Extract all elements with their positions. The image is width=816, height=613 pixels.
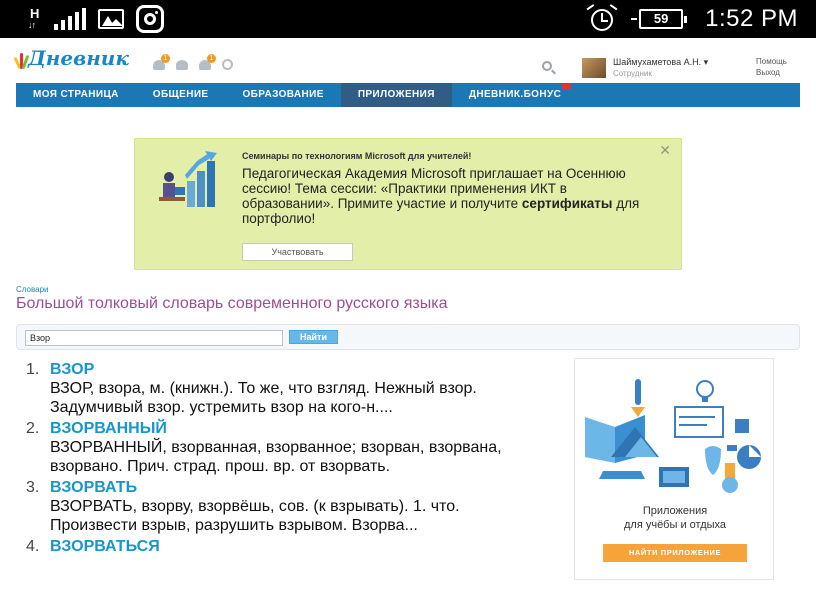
result-headword-link[interactable]: ВЗОРВАТЬ (50, 478, 546, 497)
nav-item-bonus-label: ДНЕВНИК.БОНУС (468, 89, 562, 100)
clock: 1:52 PM (705, 5, 798, 32)
banner-text: Педагогическая Академия Microsoft пригла… (242, 166, 662, 226)
user-name[interactable]: Шаймухаметова А.Н. ▾ (613, 57, 708, 68)
main-nav: МОЯ СТРАНИЦА ОБЩЕНИЕ ОБРАЗОВАНИЕ ПРИЛОЖЕ… (16, 83, 800, 107)
result-definition: ВЗОР, взора, м. (книжн.). То же, что взг… (50, 380, 477, 416)
refresh-icon[interactable] (221, 57, 235, 71)
apps-ad-card: Приложения для учёбы и отдыха НАЙТИ ПРИЛ… (574, 358, 774, 580)
find-app-button[interactable]: НАЙТИ ПРИЛОЖЕНИЕ (603, 544, 747, 562)
participate-button[interactable]: Участвовать (242, 243, 353, 261)
result-definition: ВЗОРВАТЬ, взорву, взорвёшь, сов. (к взры… (50, 498, 460, 534)
ad-line1: Приложения (642, 505, 708, 517)
instagram-icon (136, 5, 164, 33)
battery-level: 59 (653, 11, 669, 26)
nav-item-education[interactable]: ОБРАЗОВАНИЕ (226, 83, 341, 107)
nav-item-bonus[interactable]: ДНЕВНИК.БОНУС (452, 83, 578, 107)
h-network-icon: H ↓↑ (28, 6, 40, 30)
logo[interactable]: Дневник (13, 46, 129, 70)
search-button[interactable]: Найти (289, 330, 338, 344)
help-link[interactable]: Помощь (756, 57, 787, 66)
banner-text-bold: сертификаты (521, 196, 613, 211)
result-number: 3. (26, 479, 40, 496)
search-icon[interactable] (542, 61, 552, 71)
list-item: 2. ВЗОРВАННЫЙ ВЗОРВАННЫЙ, взорванная, вз… (26, 419, 546, 476)
nav-item-my-page[interactable]: МОЯ СТРАНИЦА (16, 83, 136, 107)
messages-icon[interactable]: 1 (152, 54, 170, 71)
close-icon[interactable]: ✕ (659, 142, 671, 159)
signal-icon (54, 8, 86, 30)
result-number: 2. (26, 420, 40, 437)
search-panel: Взор Найти (16, 324, 800, 350)
logo-text: Дневник (28, 46, 129, 70)
list-item: 4. ВЗОРВАТЬСЯ (26, 537, 546, 556)
page-title: Большой толковый словарь современного ру… (16, 295, 448, 312)
list-item: 3. ВЗОРВАТЬ ВЗОРВАТЬ, взорву, взорвёшь, … (26, 478, 546, 535)
gallery-icon (98, 9, 124, 29)
result-definition: ВЗОРВАННЫЙ, взорванная, взорванное; взор… (50, 439, 502, 475)
result-headword-link[interactable]: ВЗОРВАННЫЙ (50, 419, 546, 438)
battery-icon: 59 (631, 9, 688, 29)
search-input[interactable]: Взор (25, 330, 283, 346)
banner-title: Семинары по технологиям Microsoft для уч… (242, 151, 472, 161)
logo-burst-icon (13, 49, 30, 70)
nav-item-applications[interactable]: ПРИЛОЖЕНИЯ (340, 83, 452, 107)
result-headword-link[interactable]: ВЗОРВАТЬСЯ (50, 537, 546, 556)
results-list: 1. ВЗОР ВЗОР, взора, м. (книжн.). То же,… (26, 360, 546, 558)
status-bar-right: 59 1:52 PM (586, 4, 798, 34)
status-bar-left: H ↓↑ (28, 5, 164, 33)
messages-count-badge: 1 (161, 54, 170, 63)
ad-line2: для учёбы и отдыха (623, 519, 727, 531)
result-number: 4. (26, 538, 40, 555)
result-headword-link[interactable]: ВЗОР (50, 360, 546, 379)
site-header: Дневник 1 1 Шаймухаметова А.Н. ▾ Сотрудн… (0, 38, 816, 83)
notifications-count-badge: 1 (207, 54, 216, 63)
nav-item-communication[interactable]: ОБЩЕНИЕ (136, 83, 226, 107)
alarm-icon (586, 4, 618, 32)
user-role: Сотрудник (613, 69, 652, 78)
apps-illustration-icon (585, 379, 761, 493)
status-bar: H ↓↑ 59 1:52 PM (0, 0, 816, 38)
new-badge (562, 84, 572, 90)
network-type-label: H (30, 6, 40, 21)
avatar[interactable] (582, 58, 606, 78)
presentation-illustration-icon (159, 151, 217, 207)
list-item: 1. ВЗОР ВЗОР, взора, м. (книжн.). То же,… (26, 360, 546, 417)
notifications-bell-icon[interactable]: 1 (198, 54, 216, 71)
breadcrumb[interactable]: Словари (16, 285, 49, 294)
friends-icon[interactable] (175, 57, 189, 71)
logout-link[interactable]: Выход (756, 68, 780, 77)
result-number: 1. (26, 361, 40, 378)
header-icons: 1 1 (152, 54, 235, 71)
promo-banner: ✕ Семинары по технологиям Microsoft для … (134, 138, 682, 270)
